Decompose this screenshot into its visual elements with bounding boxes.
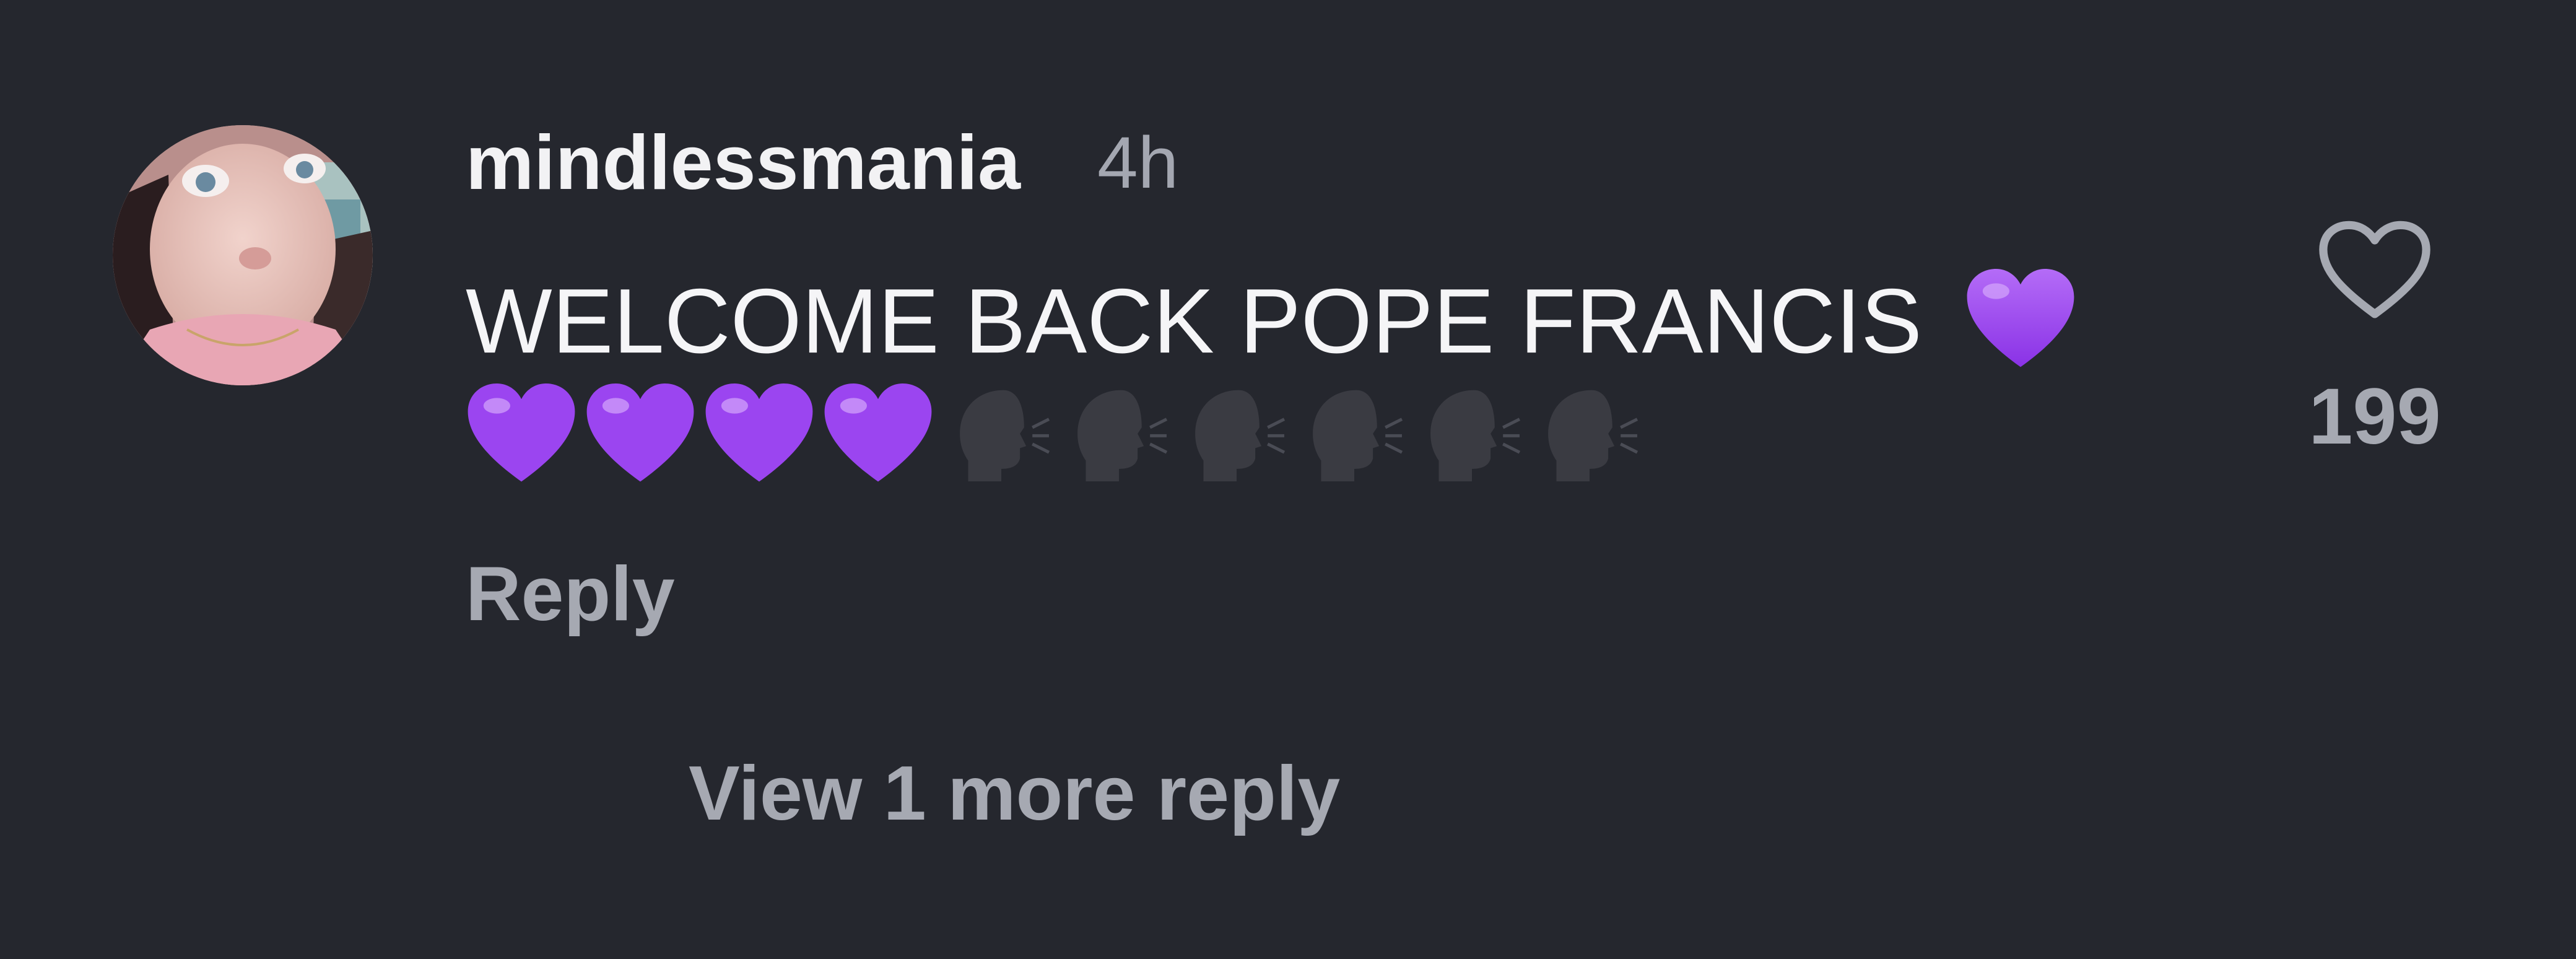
comment-text-body: WELCOME BACK POPE FRANCIS [466,270,1922,373]
speaking-head-icon [1294,381,1408,489]
comment-emoji-row [466,379,1647,491]
speaking-head-icon [1177,381,1290,489]
comment-username[interactable]: mindlessmania [466,116,1020,209]
view-replies-button[interactable]: View 1 more reply [689,747,1340,840]
comment-text: WELCOME BACK POPE FRANCIS [466,266,2076,371]
speaking-head-icon [1059,381,1173,489]
like-button[interactable] [2316,218,2434,323]
speaking-head-icon [1530,381,1643,489]
comment-item: mindlessmania 4h WELCOME BACK POPE FRANC… [0,0,2576,959]
purple-heart-icon [703,381,815,489]
reply-button[interactable]: Reply [466,548,675,641]
speaking-head-icon [1412,381,1526,489]
comment-timestamp: 4h [1097,122,1179,204]
purple-heart-icon [585,381,696,489]
purple-heart-icon [822,381,934,489]
heart-outline-icon [2319,221,2430,318]
speaking-head-icon [941,381,1055,489]
user-avatar[interactable] [113,125,373,385]
purple-heart-icon [1965,266,2076,390]
avatar-photo [113,125,373,385]
purple-heart-icon [466,381,577,489]
like-count: 199 [2308,372,2441,461]
